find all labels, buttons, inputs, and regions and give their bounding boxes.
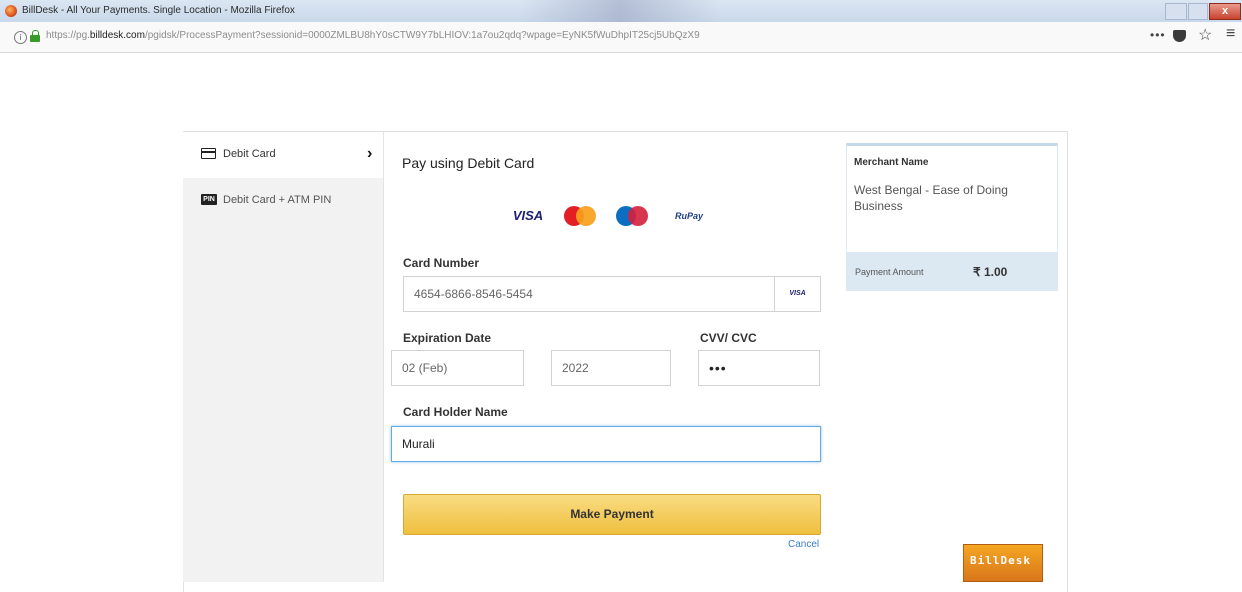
atm-pin-icon: PIN — [201, 194, 217, 205]
expiration-date-label: Expiration Date — [403, 331, 492, 345]
mastercard-logo — [560, 202, 604, 230]
merchant-name: West Bengal - Ease of Doing Business — [854, 183, 1008, 213]
billdesk-logo: BillDesk — [963, 544, 1043, 582]
chevron-right-icon: › — [367, 145, 373, 162]
titlebar-highlight — [520, 0, 720, 22]
payment-amount-value: ₹ 1.00 — [973, 265, 1008, 279]
cvv-input[interactable]: ••• — [698, 350, 820, 386]
bookmark-star-icon[interactable]: ☆ — [1198, 25, 1212, 45]
url-text[interactable]: https://pg.billdesk.com/pgidsk/ProcessPa… — [46, 30, 1106, 41]
url-path: /pgidsk/ProcessPayment?sessionid=0000ZML… — [144, 30, 700, 41]
maestro-logo — [612, 202, 656, 230]
url-prefix: https://pg. — [46, 30, 90, 41]
card-number-input[interactable]: 4654-6866-8546-5454 — [403, 276, 821, 312]
close-window-button[interactable]: x — [1209, 3, 1241, 20]
card-number-label: Card Number — [403, 256, 480, 270]
sidebar-item-label: Debit Card — [223, 148, 276, 160]
cvv-label: CVV/ CVC — [700, 331, 757, 345]
page-title: Pay using Debit Card — [402, 155, 535, 171]
card-brand-badge: VISA — [774, 276, 821, 312]
sidebar-item-debit-card[interactable]: Debit Card › — [183, 132, 383, 178]
firefox-icon — [5, 5, 17, 17]
sidebar-item-label: Debit Card + ATM PIN — [223, 194, 332, 206]
merchant-summary: Merchant Name West Bengal - Ease of Doin… — [846, 143, 1058, 291]
browser-toolbar: i https://pg.billdesk.com/pgidsk/Process… — [0, 22, 1242, 53]
payment-amount-label: Payment Amount — [855, 267, 924, 277]
credit-card-icon — [201, 148, 216, 159]
card-holder-input[interactable]: Murali — [391, 426, 821, 462]
expiry-year-select[interactable]: 2022 — [551, 350, 671, 386]
make-payment-button[interactable]: Make Payment — [403, 494, 821, 535]
lock-icon[interactable] — [30, 30, 40, 42]
url-bar[interactable]: i https://pg.billdesk.com/pgidsk/Process… — [6, 26, 1114, 48]
pocket-icon[interactable] — [1173, 30, 1186, 42]
visa-logo: VISA — [512, 208, 544, 223]
minimize-button[interactable] — [1165, 3, 1187, 20]
hamburger-menu-icon[interactable]: ≡ — [1226, 25, 1235, 43]
page-actions-icon[interactable]: ••• — [1150, 28, 1166, 42]
merchant-name-label: Merchant Name — [854, 157, 929, 168]
billdesk-logo-text: BillDesk — [970, 554, 1031, 567]
card-holder-label: Card Holder Name — [403, 405, 508, 419]
cancel-link[interactable]: Cancel — [788, 539, 819, 550]
maximize-button[interactable] — [1188, 3, 1208, 20]
payment-amount-row: Payment Amount ₹ 1.00 — [847, 252, 1057, 291]
expiry-month-select[interactable]: 02 (Feb) — [391, 350, 524, 386]
window-title: BillDesk - All Your Payments. Single Loc… — [22, 5, 295, 16]
window-titlebar: BillDesk - All Your Payments. Single Loc… — [0, 0, 1242, 22]
info-icon[interactable]: i — [14, 31, 27, 44]
sidebar-item-debit-card-atm-pin[interactable]: PIN Debit Card + ATM PIN — [183, 178, 383, 224]
url-domain: billdesk.com — [89, 30, 145, 41]
payment-method-sidebar: Debit Card › PIN Debit Card + ATM PIN — [183, 132, 384, 582]
rupay-logo: RuPay — [674, 211, 703, 221]
